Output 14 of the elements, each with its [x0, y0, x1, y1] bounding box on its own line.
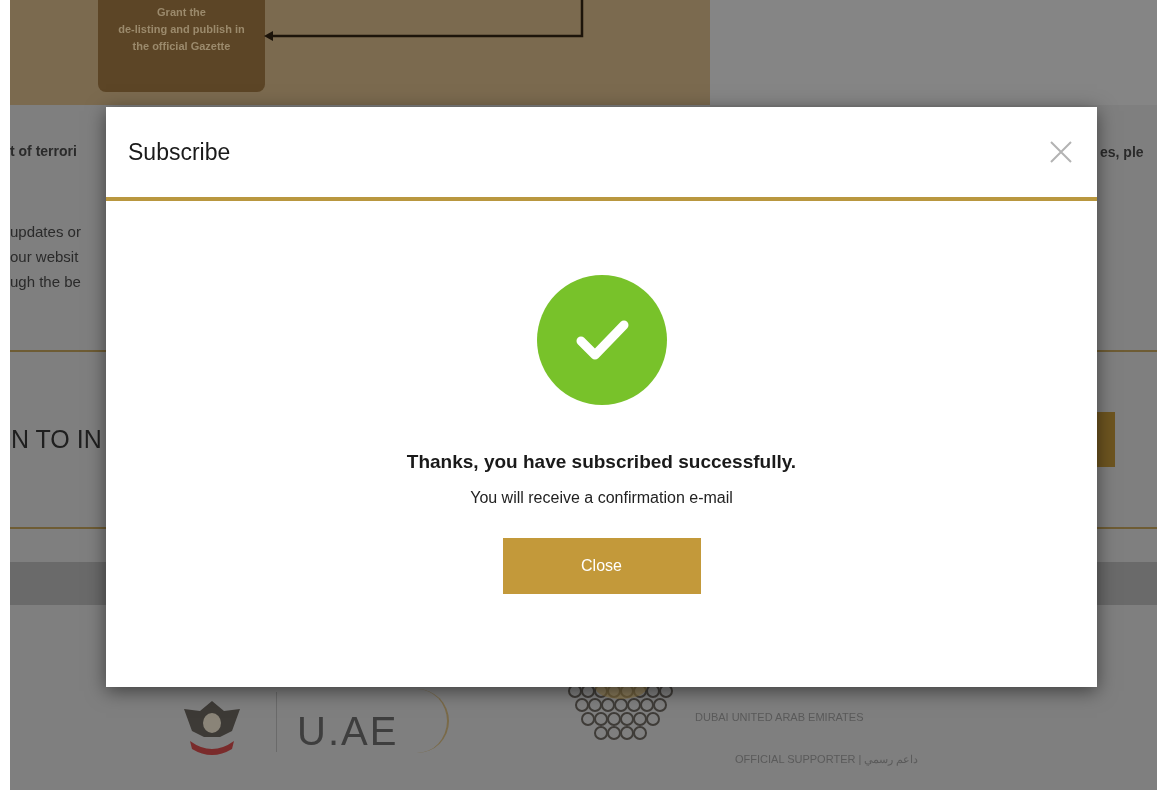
section-title: N TO IN: [11, 425, 102, 454]
flow-step-text: Grant the: [157, 5, 206, 20]
close-button[interactable]: Close: [502, 538, 701, 594]
paragraph-text: our websit: [10, 247, 80, 267]
section-heading-text: t of terrori: [10, 143, 78, 159]
paragraph-text: ugh the be: [10, 272, 82, 292]
uae-logo: U.AE: [297, 689, 449, 753]
flow-step-text: de-listing and publish in: [118, 22, 245, 37]
paragraph-text: updates or: [10, 222, 82, 242]
flow-step-text: the official Gazette: [132, 39, 231, 54]
section-heading-text: es, ple: [1100, 144, 1144, 160]
success-message: Thanks, you have subscribed successfully.: [406, 451, 797, 473]
dialog-title: Subscribe: [128, 138, 231, 166]
confirmation-note: You will receive a confirmation e-mail: [470, 489, 733, 507]
